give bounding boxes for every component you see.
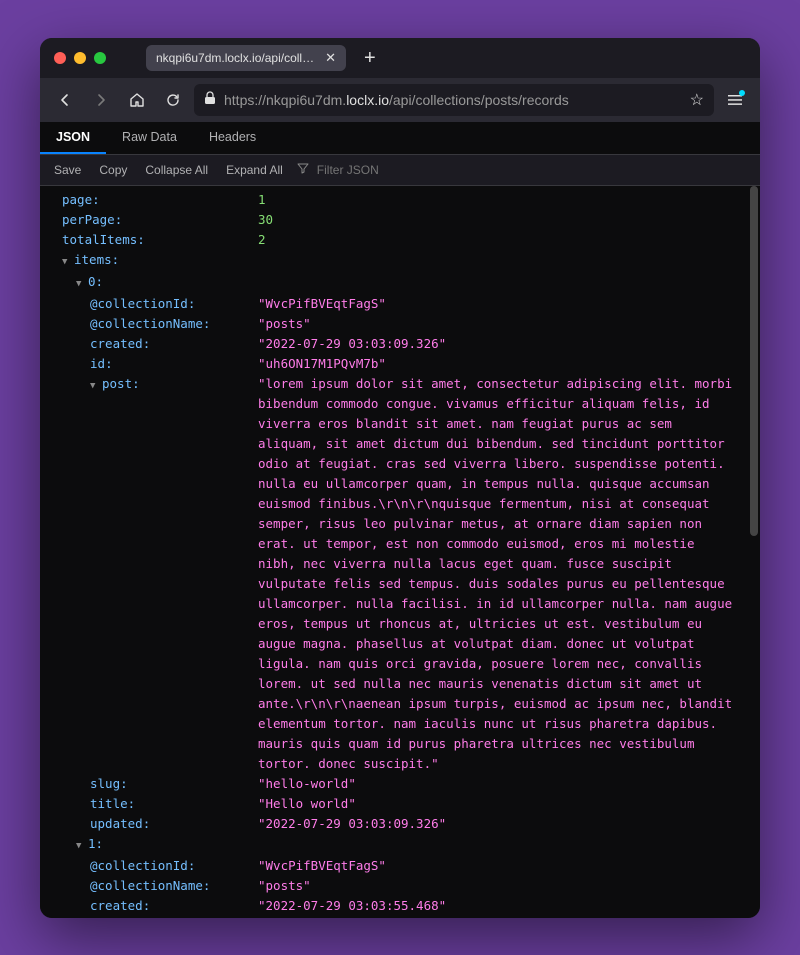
- json-key[interactable]: title: [90, 796, 135, 811]
- titlebar: nkqpi6u7dm.loclx.io/api/collections/p ✕ …: [40, 38, 760, 78]
- home-button[interactable]: [122, 85, 152, 115]
- json-value: 2: [258, 232, 266, 247]
- close-window-button[interactable]: [54, 52, 66, 64]
- json-value: 1: [258, 192, 266, 207]
- bookmark-star-icon[interactable]: ☆: [690, 90, 704, 110]
- twisty-icon[interactable]: ▼: [62, 252, 72, 272]
- json-viewer-tabs: JSON Raw Data Headers: [40, 122, 760, 155]
- app-menu-button[interactable]: [720, 85, 750, 115]
- json-value: posts: [258, 316, 311, 331]
- json-key[interactable]: 0: [88, 274, 103, 289]
- json-value: hello-world: [258, 776, 356, 791]
- json-key[interactable]: @collectionId: [90, 296, 195, 311]
- json-key[interactable]: @collectionName: [90, 878, 210, 893]
- copy-button[interactable]: Copy: [91, 159, 135, 181]
- app-menu-wrap: [720, 85, 750, 115]
- json-key[interactable]: @collectionId: [90, 858, 195, 873]
- traffic-lights: [54, 52, 106, 64]
- json-key[interactable]: updated: [90, 816, 150, 831]
- browser-tab[interactable]: nkqpi6u7dm.loclx.io/api/collections/p ✕: [146, 45, 346, 71]
- twisty-icon[interactable]: ▼: [76, 274, 86, 294]
- nav-toolbar: https://nkqpi6u7dm.loclx.io/api/collecti…: [40, 78, 760, 122]
- json-key[interactable]: perPage: [62, 212, 122, 227]
- scrollbar-thumb[interactable]: [750, 186, 758, 536]
- tab-headers[interactable]: Headers: [193, 122, 272, 154]
- json-toolbar: Save Copy Collapse All Expand All: [40, 155, 760, 186]
- json-key[interactable]: 1: [88, 836, 103, 851]
- forward-button[interactable]: [86, 85, 116, 115]
- json-value: 2022-07-29 03:03:55.468: [258, 898, 446, 913]
- url-bar[interactable]: https://nkqpi6u7dm.loclx.io/api/collecti…: [194, 84, 714, 116]
- json-key[interactable]: created: [90, 898, 150, 913]
- json-value: lorem ipsum dolor sit amet, consectetur …: [258, 376, 732, 771]
- json-key[interactable]: totalItems: [62, 232, 145, 247]
- json-panel[interactable]: page1 perPage30 totalItems2 ▼items ▼0 @c…: [40, 186, 760, 918]
- twisty-icon[interactable]: ▼: [76, 836, 86, 856]
- json-value: Hello world: [258, 796, 356, 811]
- new-tab-button[interactable]: +: [364, 48, 376, 68]
- json-value: WvcPifBVEqtFagS: [258, 858, 386, 873]
- tab-raw-data[interactable]: Raw Data: [106, 122, 193, 154]
- browser-window: nkqpi6u7dm.loclx.io/api/collections/p ✕ …: [40, 38, 760, 918]
- json-key[interactable]: post: [102, 376, 140, 391]
- back-button[interactable]: [50, 85, 80, 115]
- collapse-all-button[interactable]: Collapse All: [137, 159, 216, 181]
- tab-json[interactable]: JSON: [40, 122, 106, 154]
- json-value: WvcPifBVEqtFagS: [258, 296, 386, 311]
- minimize-window-button[interactable]: [74, 52, 86, 64]
- save-button[interactable]: Save: [46, 159, 89, 181]
- tab-close-icon[interactable]: ✕: [325, 51, 336, 64]
- json-value: posts: [258, 878, 311, 893]
- json-value: 30: [258, 212, 273, 227]
- expand-all-button[interactable]: Expand All: [218, 159, 291, 181]
- json-key[interactable]: @collectionName: [90, 316, 210, 331]
- reload-button[interactable]: [158, 85, 188, 115]
- filter-icon: [297, 162, 309, 177]
- url-text: https://nkqpi6u7dm.loclx.io/api/collecti…: [224, 92, 682, 108]
- json-key[interactable]: slug: [90, 776, 128, 791]
- notification-dot-icon: [739, 90, 745, 96]
- twisty-icon[interactable]: ▼: [90, 376, 100, 396]
- json-key[interactable]: page: [62, 192, 100, 207]
- filter-json-input[interactable]: [311, 159, 754, 181]
- json-value: 2022-07-29 03:03:09.326: [258, 816, 446, 831]
- json-value: uh6ON17M1PQvM7b: [258, 356, 386, 371]
- json-key[interactable]: id: [90, 356, 113, 371]
- json-key[interactable]: items: [74, 252, 119, 267]
- json-key[interactable]: created: [90, 336, 150, 351]
- json-value: 2022-07-29 03:03:09.326: [258, 336, 446, 351]
- maximize-window-button[interactable]: [94, 52, 106, 64]
- tab-title: nkqpi6u7dm.loclx.io/api/collections/p: [156, 51, 317, 65]
- lock-icon: [204, 91, 216, 108]
